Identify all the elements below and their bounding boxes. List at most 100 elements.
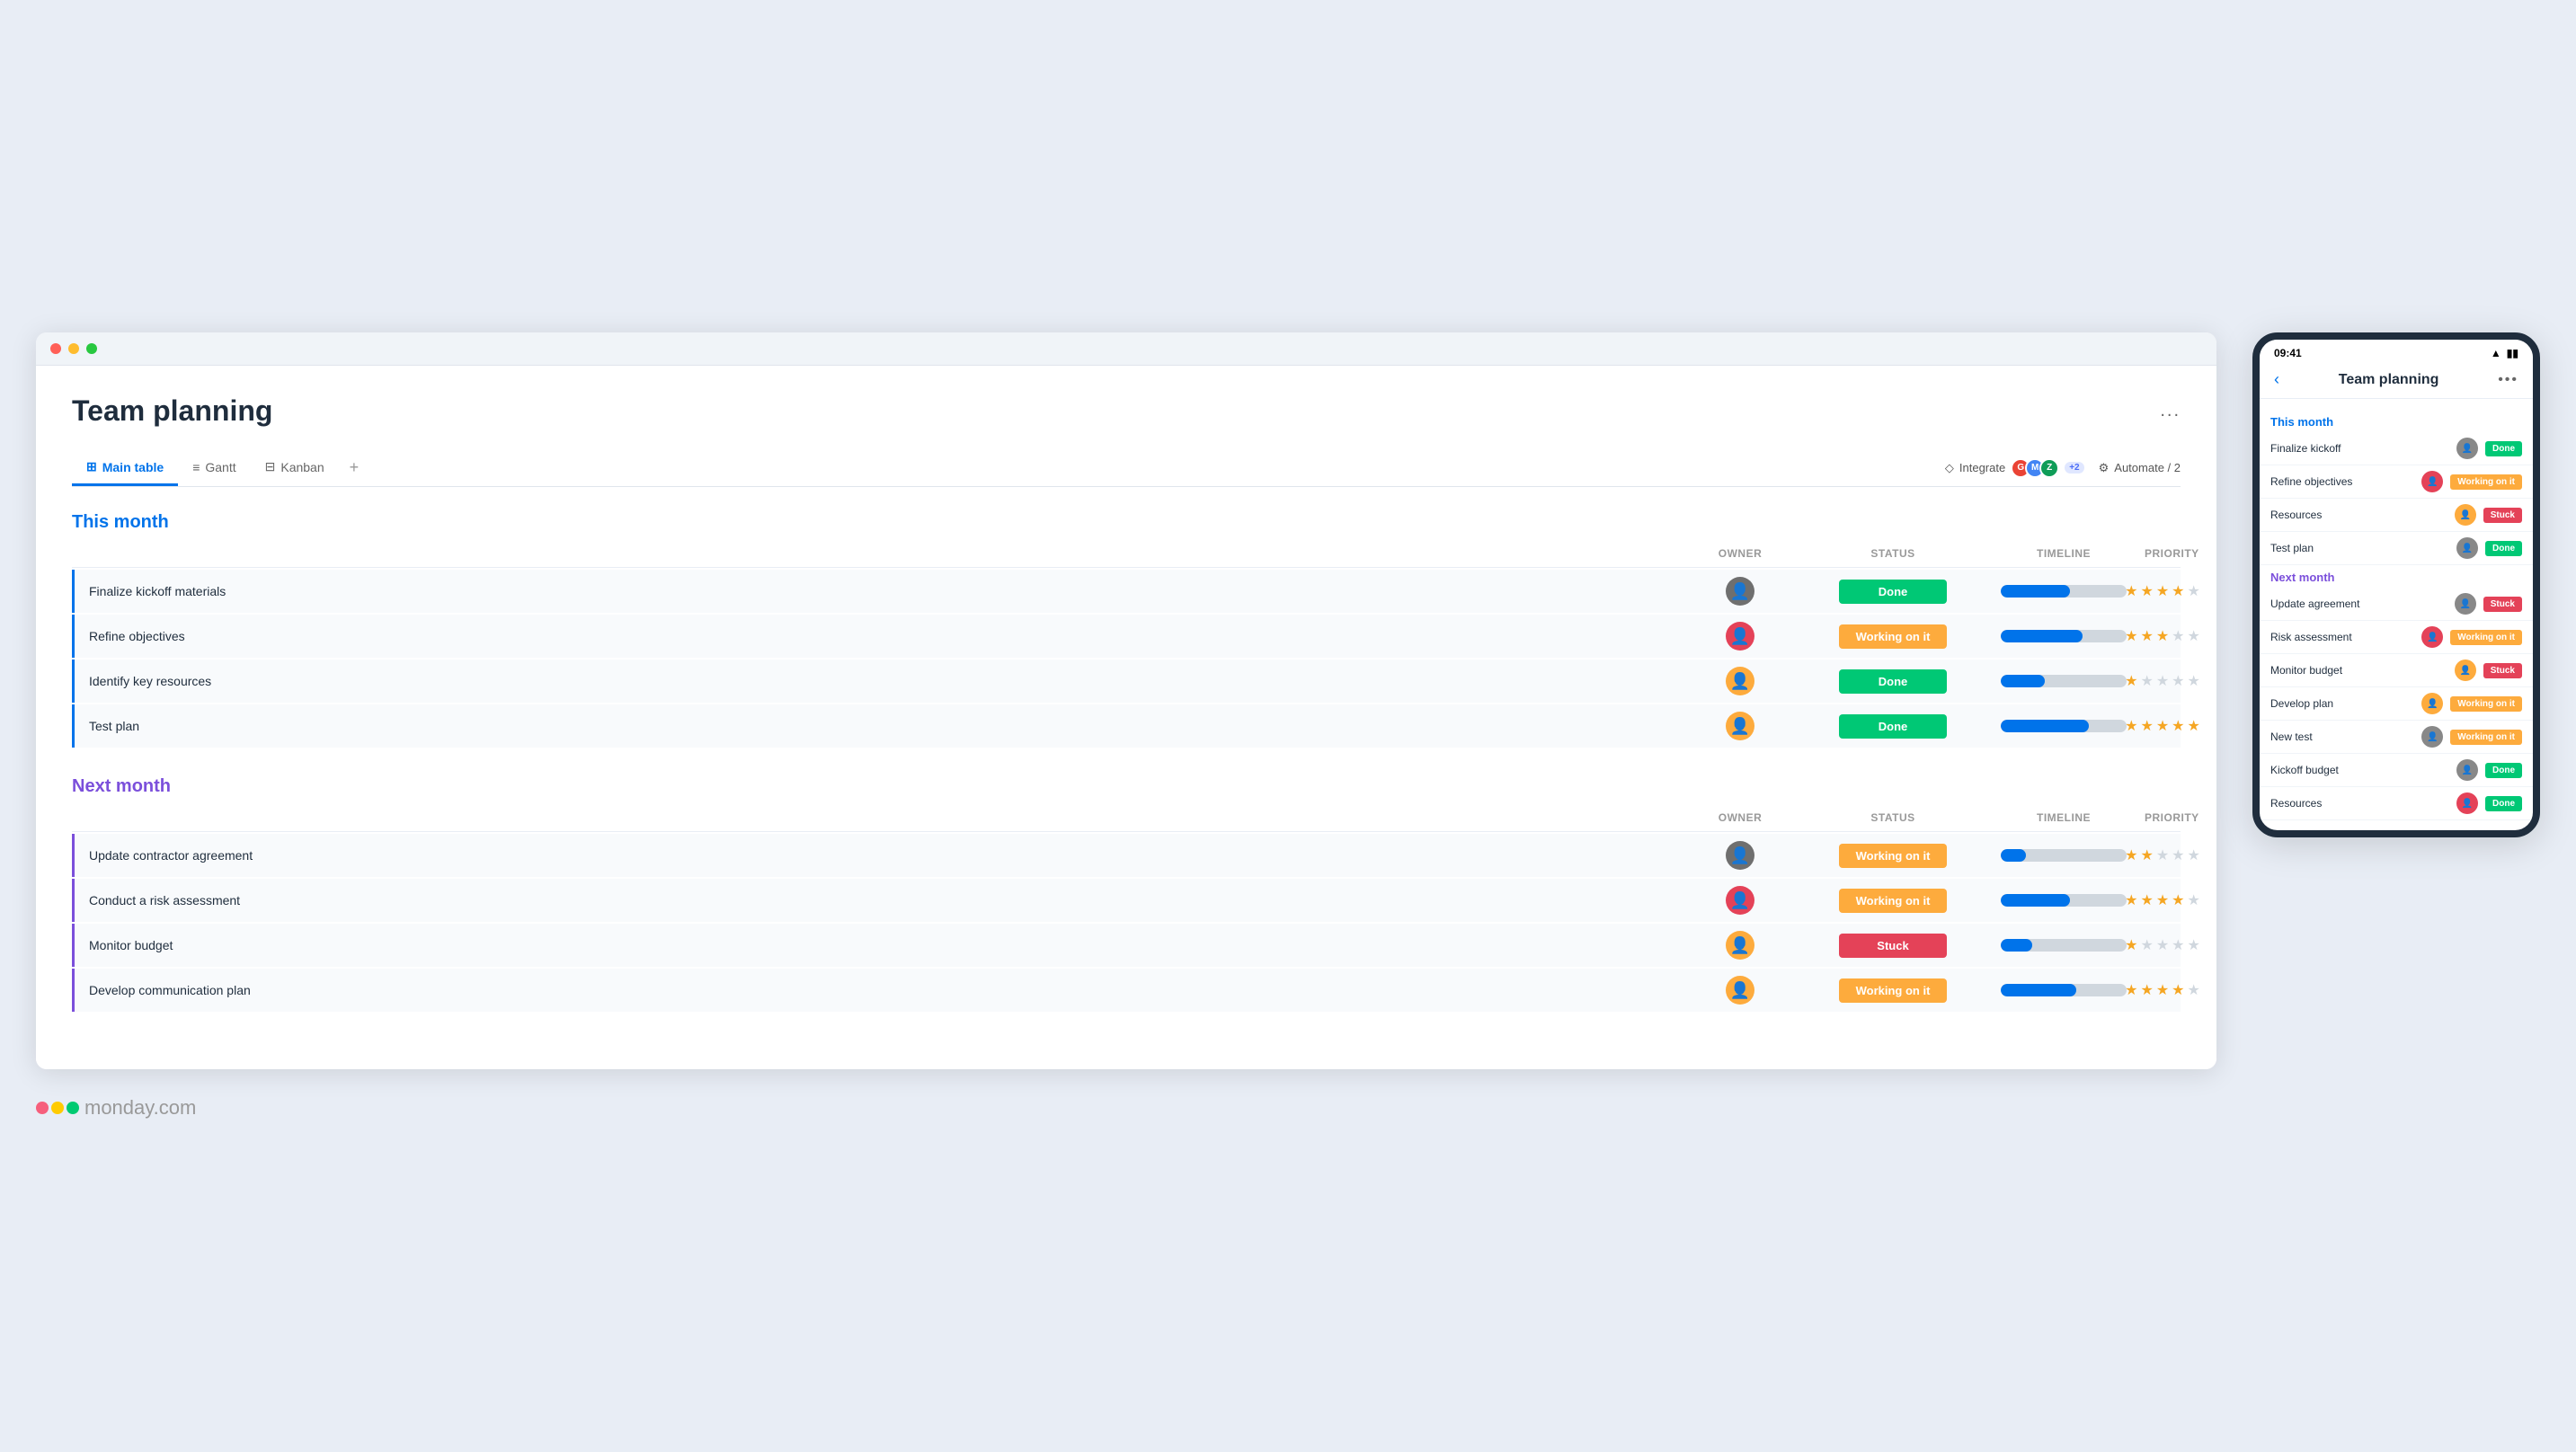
phone-more-button[interactable]: •••: [2498, 372, 2518, 388]
phone-status-badge: Working on it: [2450, 696, 2522, 712]
phone-title: Team planning: [2339, 372, 2439, 388]
phone-row[interactable]: Finalize kickoff 👤 Done: [2260, 432, 2533, 465]
phone-status-badge: Done: [2485, 796, 2522, 811]
row-owner: 👤: [1677, 667, 1803, 695]
row-status[interactable]: Stuck: [1803, 934, 1983, 958]
row-status[interactable]: Done: [1803, 714, 1983, 739]
phone-avatar: 👤: [2455, 660, 2476, 681]
tabs-right: ◇ Integrate G M Z +2 ⚙ Automate / 2: [1945, 458, 2181, 478]
more-options-button[interactable]: ...: [2160, 401, 2181, 421]
star-1: ★: [2125, 672, 2137, 690]
star-3: ★: [2156, 936, 2169, 954]
row-timeline: [1983, 585, 2145, 598]
table-row[interactable]: Update contractor agreement 👤 Working on…: [72, 834, 2181, 877]
phone-status-badge: Stuck: [2483, 508, 2522, 523]
row-status[interactable]: Working on it: [1803, 624, 1983, 649]
tab-kanban[interactable]: ⊟ Kanban: [251, 450, 339, 486]
phone-row[interactable]: Resources 👤 Stuck: [2260, 499, 2533, 532]
row-priority: ★ ★ ★ ★ ★: [2145, 846, 2181, 864]
next-month-title: Next month: [72, 776, 2181, 797]
star-4: ★: [2172, 582, 2184, 600]
table-row[interactable]: Identify key resources 👤 Done: [72, 660, 2181, 703]
col-status: Status: [1803, 547, 1983, 560]
row-owner: 👤: [1677, 931, 1803, 960]
row-timeline: [1983, 894, 2145, 907]
phone-row[interactable]: Develop plan 👤 Working on it: [2260, 687, 2533, 721]
browser-content: Team planning ... ⊞ Main table ≡ Gantt ⊟: [36, 366, 2216, 1069]
phone-row-name: Refine objectives: [2270, 475, 2414, 488]
phone-row-name: Risk assessment: [2270, 631, 2414, 643]
phone-row[interactable]: Risk assessment 👤 Working on it: [2260, 621, 2533, 654]
table-row[interactable]: Develop communication plan 👤 Working on …: [72, 969, 2181, 1012]
col-timeline-nm: Timeline: [1983, 811, 2145, 824]
row-status[interactable]: Done: [1803, 669, 1983, 694]
wifi-icon: ▲: [2491, 347, 2501, 359]
row-status[interactable]: Done: [1803, 580, 1983, 604]
row-status[interactable]: Working on it: [1803, 978, 1983, 1003]
row-priority: ★ ★ ★ ★ ★: [2145, 936, 2181, 954]
automate-button[interactable]: ⚙ Automate / 2: [2099, 461, 2181, 475]
phone-row[interactable]: New test 👤 Working on it: [2260, 721, 2533, 754]
star-1: ★: [2125, 846, 2137, 864]
phone-row[interactable]: Monitor budget 👤 Stuck: [2260, 654, 2533, 687]
table-header-next-month: Owner Status Timeline Priority: [72, 808, 2181, 832]
row-priority: ★ ★ ★ ★ ★: [2145, 981, 2181, 999]
row-status[interactable]: Working on it: [1803, 889, 1983, 913]
table-row[interactable]: Finalize kickoff materials 👤 Done: [72, 570, 2181, 613]
row-name: Develop communication plan: [75, 974, 1677, 1006]
phone-row[interactable]: Resources 👤 Done: [2260, 787, 2533, 820]
star-5: ★: [2188, 981, 2200, 999]
integrate-button[interactable]: ◇ Integrate G M Z +2: [1945, 458, 2084, 478]
avatar: 👤: [1726, 886, 1754, 915]
star-4: ★: [2172, 936, 2184, 954]
phone-time: 09:41: [2274, 347, 2302, 359]
phone-row[interactable]: Test plan 👤 Done: [2260, 532, 2533, 565]
star-2: ★: [2140, 981, 2153, 999]
tab-kanban-label: Kanban: [280, 460, 324, 474]
star-3: ★: [2156, 981, 2169, 999]
avatar: 👤: [1726, 622, 1754, 651]
phone-row-name: New test: [2270, 730, 2414, 743]
status-badge: Done: [1839, 580, 1947, 604]
avatar: 👤: [1726, 667, 1754, 695]
gantt-icon: ≡: [192, 460, 200, 474]
phone-row-name: Develop plan: [2270, 697, 2414, 710]
star-1: ★: [2125, 981, 2137, 999]
logo-text: monday.com: [84, 1096, 196, 1120]
star-1: ★: [2125, 717, 2137, 735]
timeline-fill: [2001, 894, 2070, 907]
star-5: ★: [2188, 582, 2200, 600]
phone-avatar: 👤: [2455, 504, 2476, 526]
phone-icons: ▲ ▮▮: [2491, 347, 2518, 359]
star-3: ★: [2156, 891, 2169, 909]
tab-main-table[interactable]: ⊞ Main table: [72, 450, 178, 486]
add-tab-button[interactable]: +: [339, 449, 370, 486]
row-priority: ★ ★ ★ ★ ★: [2145, 582, 2181, 600]
table-row[interactable]: Refine objectives 👤 Working on it: [72, 615, 2181, 658]
phone-status-badge: Done: [2485, 541, 2522, 556]
timeline-bar: [2001, 939, 2127, 952]
star-4: ★: [2172, 981, 2184, 999]
logo-brand: monday: [84, 1096, 154, 1119]
tab-gantt[interactable]: ≡ Gantt: [178, 451, 250, 486]
row-owner: 👤: [1677, 712, 1803, 740]
logo-area: monday.com: [36, 1096, 2540, 1120]
phone-avatar: 👤: [2421, 726, 2443, 748]
table-row[interactable]: Monitor budget 👤 Stuck: [72, 924, 2181, 967]
table-icon: ⊞: [86, 459, 97, 474]
star-2: ★: [2140, 936, 2153, 954]
phone-row[interactable]: Kickoff budget 👤 Done: [2260, 754, 2533, 787]
avatar-3: Z: [2039, 458, 2059, 478]
table-row[interactable]: Test plan 👤 Done ★: [72, 704, 2181, 748]
row-owner: 👤: [1677, 577, 1803, 606]
row-timeline: [1983, 675, 2145, 687]
phone-row[interactable]: Update agreement 👤 Stuck: [2260, 588, 2533, 621]
star-5: ★: [2188, 717, 2200, 735]
row-status[interactable]: Working on it: [1803, 844, 1983, 868]
phone-back-button[interactable]: ‹: [2274, 370, 2279, 389]
phone-avatar: 👤: [2421, 626, 2443, 648]
timeline-fill: [2001, 675, 2045, 687]
star-5: ★: [2188, 846, 2200, 864]
phone-row[interactable]: Refine objectives 👤 Working on it: [2260, 465, 2533, 499]
table-row[interactable]: Conduct a risk assessment 👤 Working on i…: [72, 879, 2181, 922]
